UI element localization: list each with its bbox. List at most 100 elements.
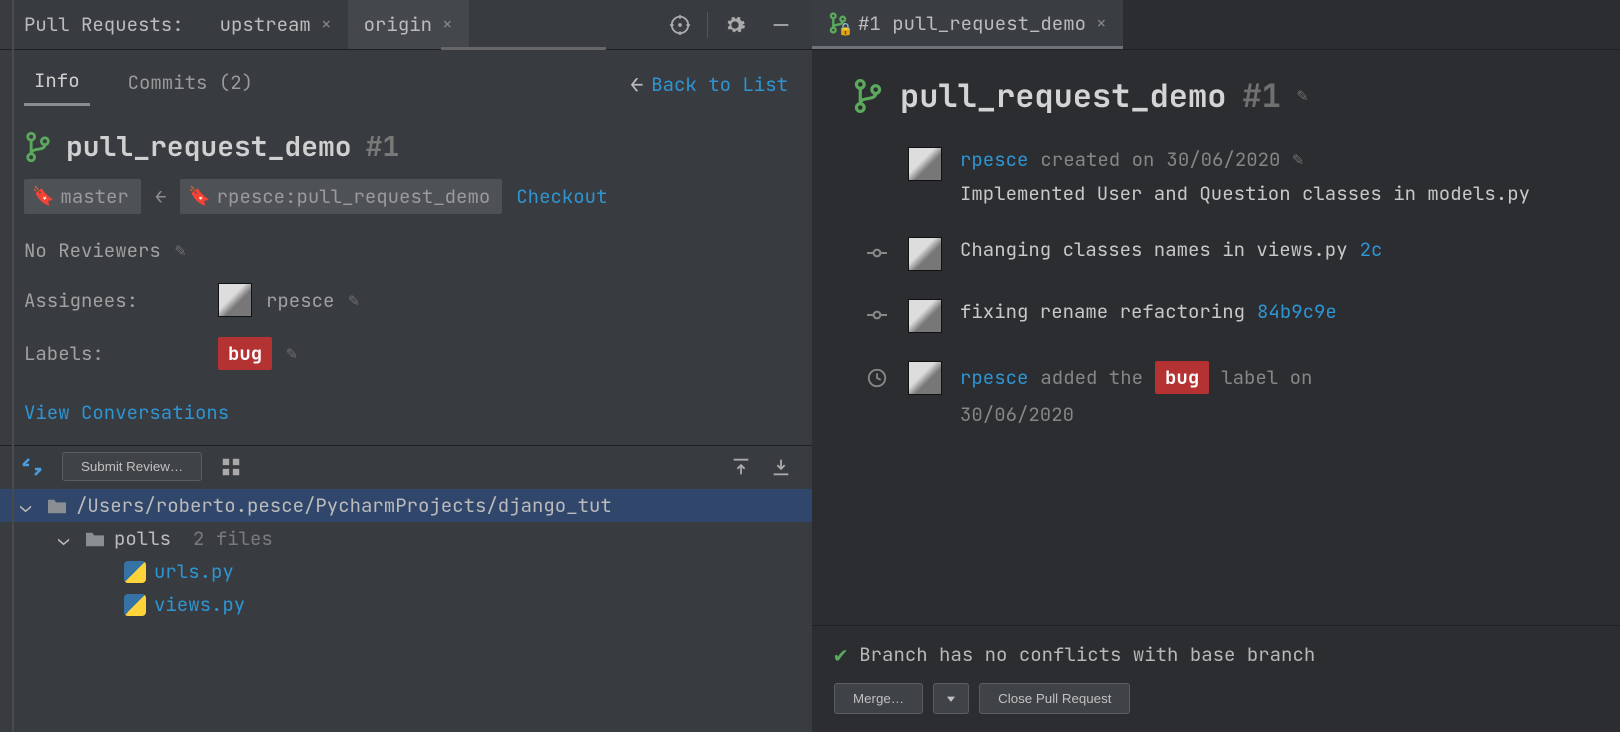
pr-detail-panel: 🔒 #1 pull_request_demo × pull_request_de… — [812, 0, 1620, 732]
assignee-name: rpesce — [266, 288, 334, 313]
reviewers-row: No Reviewers ✎ — [0, 228, 812, 273]
label-chip[interactable]: bug — [218, 337, 272, 370]
git-branch-icon — [852, 78, 884, 114]
diff-arrows-icon[interactable] — [20, 455, 44, 479]
pr-title: pull_request_demo — [900, 74, 1226, 117]
event-date: 30/06/2020 — [960, 402, 1600, 427]
commit-hash[interactable]: 2c — [1360, 237, 1383, 262]
pr-title: pull_request_demo — [66, 128, 352, 165]
root-path: /Users/roberto.pesce/PycharmProjects/dja… — [76, 493, 612, 518]
edit-icon[interactable]: ✎ — [1292, 148, 1303, 171]
created-date: 30/06/2020 — [1166, 147, 1280, 172]
timeline-commit: Changing classes names in views.py 2c — [864, 223, 1600, 285]
target-branch-chip[interactable]: 🔖 master — [24, 179, 141, 214]
git-branch-icon: 🔒 — [828, 12, 848, 34]
folder-icon — [46, 497, 68, 515]
tree-file[interactable]: views.py — [0, 588, 812, 621]
pr-description: Implemented User and Question classes in… — [960, 180, 1600, 209]
assignees-label: Assignees: — [24, 288, 204, 313]
tree-root[interactable]: ⌄ /Users/roberto.pesce/PycharmProjects/d… — [0, 489, 812, 522]
pr-subtabs: Info Commits (2) ← Back to List — [0, 50, 812, 110]
chevron-down-icon[interactable]: ⌄ — [58, 526, 76, 551]
label-chip[interactable]: bug — [1155, 361, 1209, 394]
timeline-label-event: rpesce added the bug label on 30/06/2020 — [864, 347, 1600, 441]
tab-commits[interactable]: Commits (2) — [118, 64, 263, 105]
pr-detail-header: pull_request_demo #1 ✎ — [812, 50, 1620, 125]
branch-name: master — [60, 184, 128, 209]
merge-status: ✔ Branch has no conflicts with base bran… — [834, 640, 1598, 669]
remote-tab-upstream[interactable]: upstream × — [204, 0, 348, 49]
edit-icon[interactable]: ✎ — [175, 239, 186, 262]
branch-row: 🔖 master ← 🔖 rpesce:pull_request_demo Ch… — [0, 173, 812, 228]
commit-hash[interactable]: 84b9c9e — [1257, 299, 1337, 324]
expand-all-icon[interactable] — [730, 456, 752, 478]
pr-toolbar-title: Pull Requests: — [24, 12, 184, 37]
collapse-all-icon[interactable] — [770, 456, 792, 478]
assignees-row: Assignees: rpesce ✎ — [0, 273, 812, 327]
changed-files-tree: ⌄ /Users/roberto.pesce/PycharmProjects/d… — [0, 487, 812, 621]
close-icon[interactable]: × — [1096, 12, 1107, 35]
folder-icon — [84, 530, 106, 548]
review-toolbar: Submit Review… — [0, 445, 812, 487]
target-icon[interactable] — [657, 14, 703, 36]
edit-icon[interactable]: ✎ — [1297, 84, 1308, 107]
pr-toolbar: Pull Requests: upstream × origin × — [0, 0, 812, 50]
avatar — [908, 299, 942, 333]
merge-button[interactable]: Merge… — [834, 683, 923, 714]
username-link[interactable]: rpesce — [960, 147, 1028, 172]
commit-message[interactable]: fixing rename refactoring — [960, 299, 1245, 324]
labels-label: Labels: — [24, 341, 204, 366]
tab-info[interactable]: Info — [24, 62, 90, 106]
branch-name: rpesce:pull_request_demo — [217, 184, 491, 209]
remote-tab-origin[interactable]: origin × — [348, 0, 469, 49]
bookmark-icon: 🔖 — [188, 185, 210, 208]
merge-status-text: Branch has no conflicts with base branch — [859, 642, 1315, 667]
python-file-icon — [124, 561, 146, 583]
lock-icon: 🔒 — [838, 21, 853, 37]
git-branch-icon — [24, 131, 52, 163]
commit-node-icon — [864, 305, 890, 325]
avatar — [908, 361, 942, 395]
minimize-icon[interactable] — [758, 14, 804, 36]
pr-header: pull_request_demo #1 — [0, 110, 812, 173]
commit-message[interactable]: Changing classes names in views.py — [960, 237, 1348, 262]
created-text: created on — [1040, 147, 1154, 172]
close-icon[interactable]: × — [442, 13, 453, 36]
edit-icon[interactable]: ✎ — [348, 289, 359, 312]
back-label: Back to List — [651, 72, 788, 97]
view-conversations-link[interactable]: View Conversations — [0, 380, 812, 445]
grid-icon[interactable] — [220, 456, 242, 478]
source-branch-chip[interactable]: 🔖 rpesce:pull_request_demo — [180, 179, 502, 214]
tree-folder[interactable]: ⌄ polls 2 files — [0, 522, 812, 555]
event-text: added the — [1040, 365, 1143, 390]
check-icon: ✔ — [834, 640, 847, 669]
tab-label: origin — [364, 12, 432, 37]
editor-tab-pr[interactable]: 🔒 #1 pull_request_demo × — [812, 0, 1123, 49]
close-icon[interactable]: × — [321, 13, 332, 36]
edit-icon[interactable]: ✎ — [286, 342, 297, 365]
tree-file[interactable]: urls.py — [0, 555, 812, 588]
file-name: urls.py — [154, 559, 234, 584]
timeline-created: rpesce created on 30/06/2020 ✎ Implement… — [864, 133, 1600, 223]
merge-dropdown-button[interactable] — [933, 683, 969, 714]
username-link[interactable]: rpesce — [960, 365, 1028, 390]
gear-icon[interactable] — [712, 14, 758, 36]
bookmark-icon: 🔖 — [32, 185, 54, 208]
pr-number: #1 — [1242, 74, 1280, 117]
close-pr-button[interactable]: Close Pull Request — [979, 683, 1130, 714]
commit-node-icon — [864, 243, 890, 263]
arrow-left-icon: ← — [630, 70, 643, 99]
pr-timeline: rpesce created on 30/06/2020 ✎ Implement… — [812, 125, 1620, 625]
timeline-commit: fixing rename refactoring 84b9c9e — [864, 285, 1600, 347]
clock-icon — [864, 367, 890, 389]
folder-name: polls — [114, 526, 171, 551]
labels-row: Labels: bug ✎ — [0, 327, 812, 380]
avatar — [908, 237, 942, 271]
pr-remote-tabs: upstream × origin × — [204, 0, 469, 49]
checkout-link[interactable]: Checkout — [516, 184, 607, 209]
chevron-down-icon[interactable]: ⌄ — [20, 493, 38, 518]
back-to-list-link[interactable]: ← Back to List — [630, 70, 788, 99]
arrow-left-icon: ← — [155, 184, 166, 209]
event-text: label on — [1221, 365, 1312, 390]
submit-review-button[interactable]: Submit Review… — [62, 452, 202, 481]
